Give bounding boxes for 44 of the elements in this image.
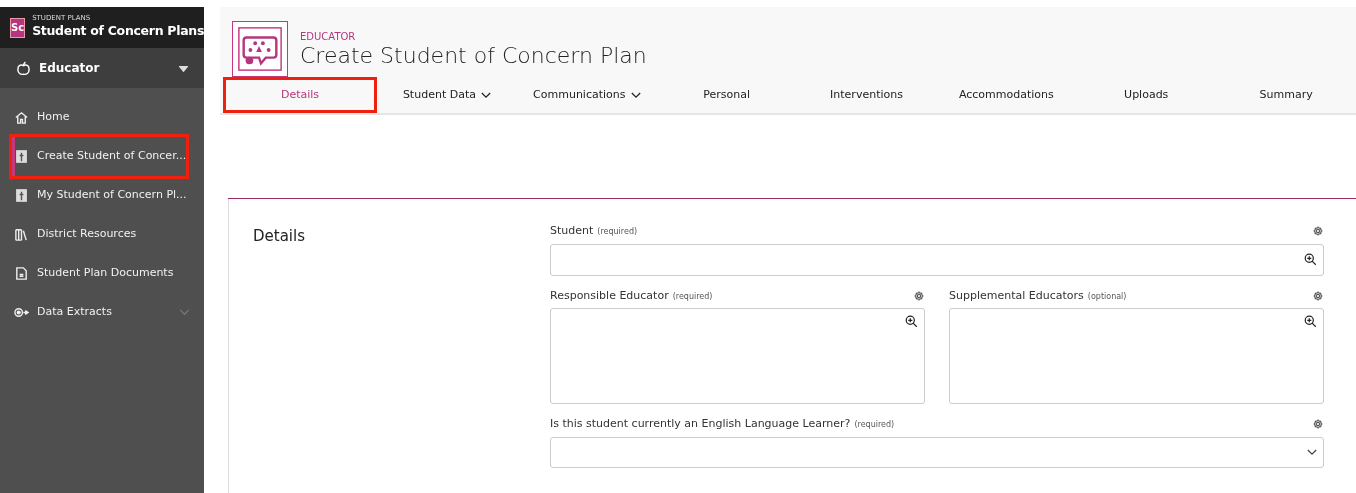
sidebar-item[interactable]: Data Extracts [0, 293, 204, 332]
door-icon [14, 188, 29, 203]
zoom-in-icon [905, 315, 918, 328]
apple-icon [16, 60, 31, 76]
tab[interactable]: Summary [1216, 77, 1356, 113]
settings-icon [1312, 418, 1324, 431]
lookup-field[interactable] [550, 308, 925, 404]
page-title: Create Student of Concern Plan [300, 44, 647, 69]
sidebar-item[interactable]: Home [0, 98, 204, 137]
field-label: Student (required) [550, 223, 638, 239]
tab[interactable]: Personal [656, 77, 797, 113]
lookup-field[interactable] [550, 243, 1324, 276]
plan-logo-icon [232, 21, 288, 77]
sidebar-item[interactable]: Student Plan Documents [0, 254, 204, 293]
section-title: Details [252, 226, 306, 247]
settings-icon [1312, 289, 1324, 302]
tab[interactable]: Communications [516, 77, 657, 113]
role-menu[interactable]: Educator [0, 48, 204, 88]
home-icon [14, 110, 29, 125]
document-icon [14, 266, 29, 281]
zoom-in-icon [1304, 253, 1317, 266]
app-logo: Sc [10, 17, 26, 38]
settings-icon [1312, 225, 1324, 238]
sidebar-item[interactable]: District Resources [0, 215, 204, 254]
sidebar-item[interactable]: Create Student of Concer... [12, 137, 186, 176]
field-label: Is this student currently an English Language Learner? (required) [550, 416, 895, 432]
app-title: Student of Concern Plans [32, 21, 205, 40]
chevron-down-icon [1307, 448, 1317, 456]
tab[interactable]: Interventions [796, 77, 937, 113]
select-field[interactable] [550, 436, 1324, 468]
field-label: Supplemental Educators (optional) [949, 287, 1127, 304]
settings-icon [913, 289, 925, 302]
sidebar-item[interactable]: My Student of Concern Pl... [0, 176, 204, 215]
page-caption: EDUCATOR [300, 30, 357, 45]
door-icon [14, 149, 29, 164]
tab[interactable]: Accommodations [936, 77, 1077, 113]
tab[interactable]: Uploads [1076, 77, 1217, 113]
zoom-in-icon [1304, 315, 1317, 328]
field-label: Responsible Educator (required) [550, 287, 713, 304]
books-icon [14, 227, 29, 242]
tab[interactable]: Student Data [377, 77, 517, 113]
lookup-field[interactable] [949, 308, 1324, 404]
export-icon [14, 305, 29, 320]
tab[interactable]: Details [223, 77, 377, 113]
